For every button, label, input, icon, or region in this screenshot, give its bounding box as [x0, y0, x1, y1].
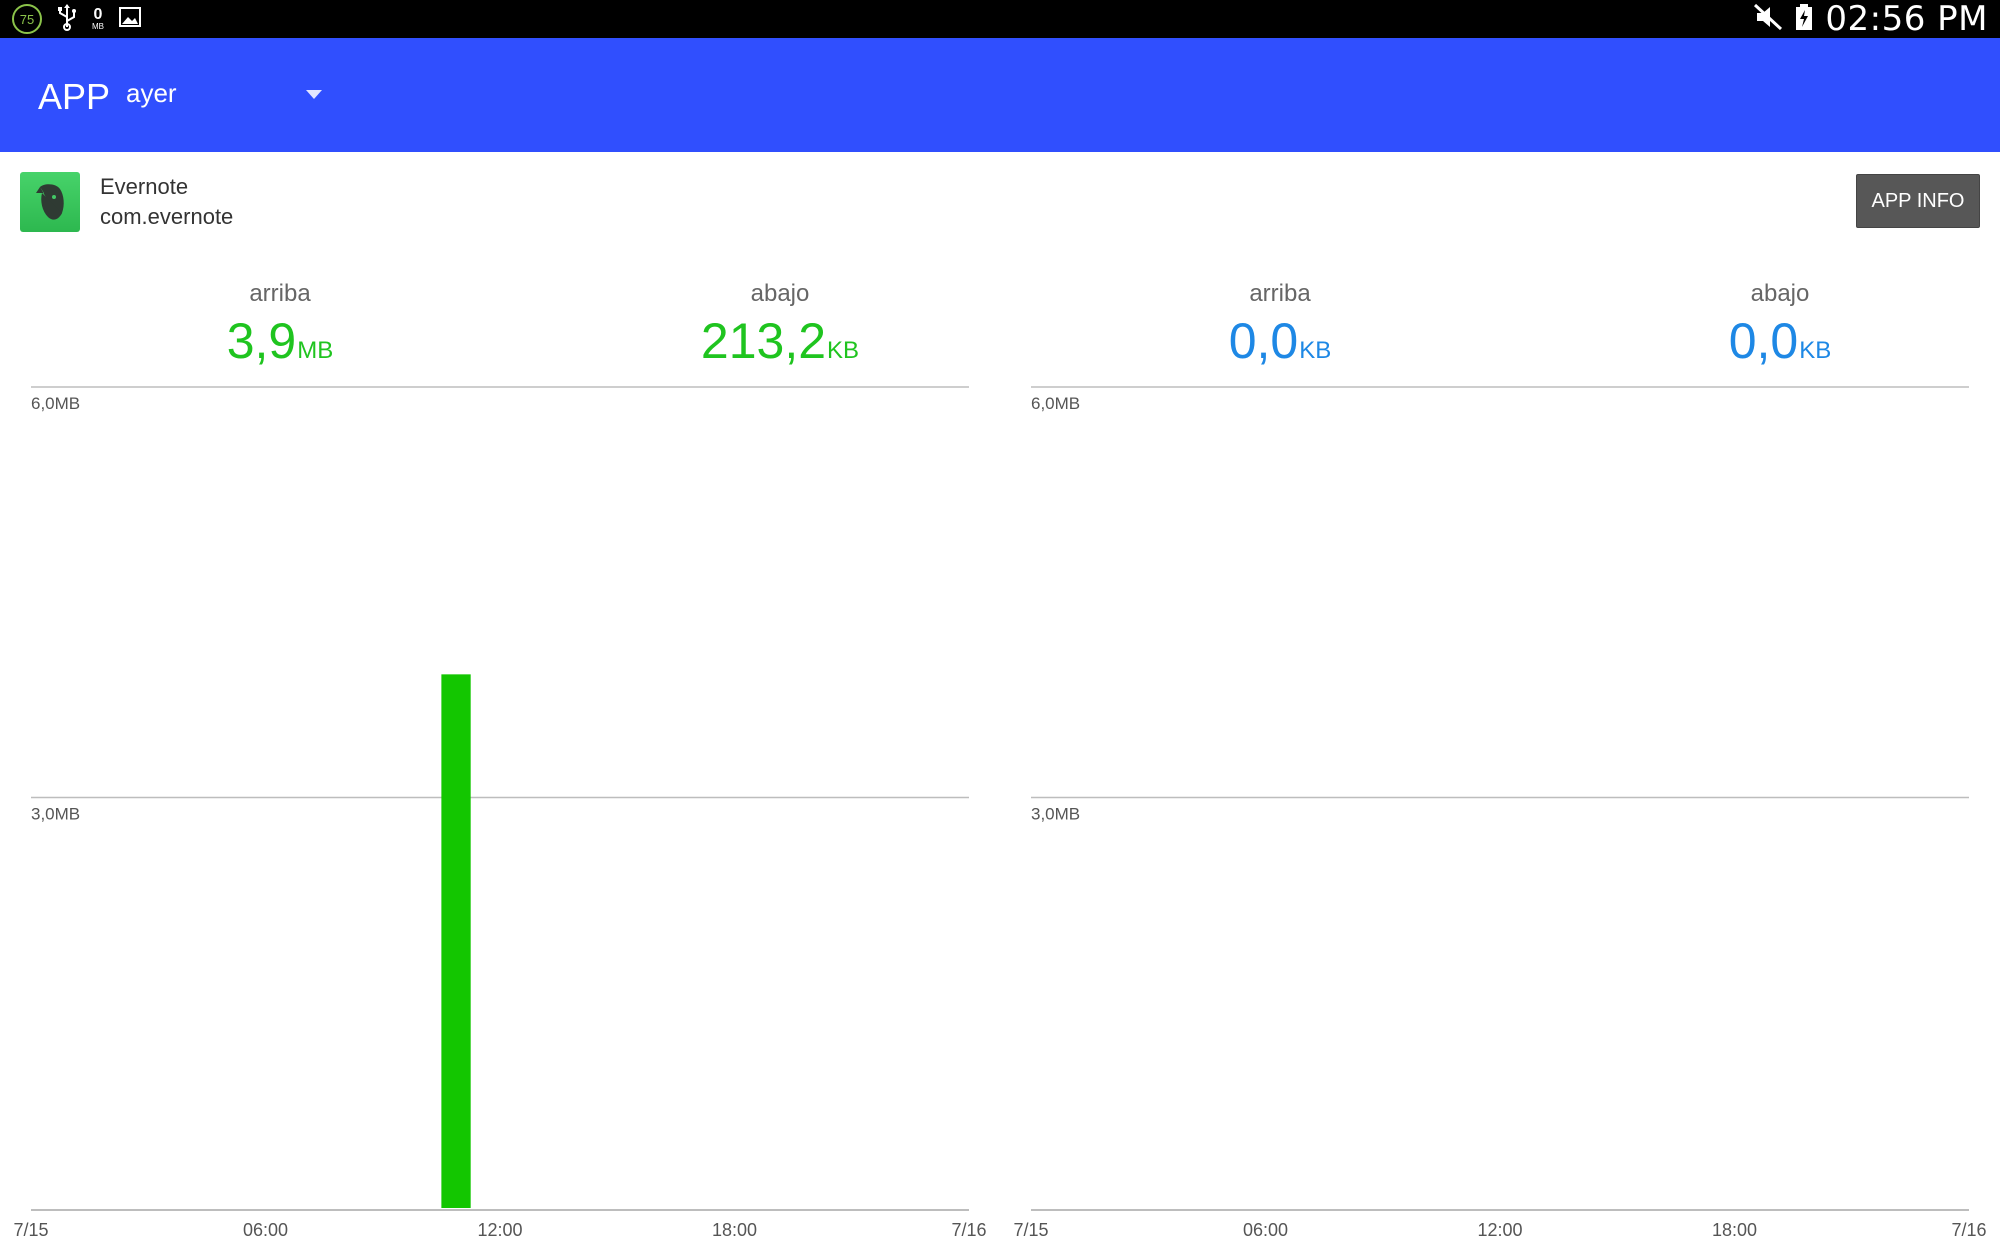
image-notification-icon: [118, 6, 142, 33]
x-tick-label: 7/16: [951, 1220, 986, 1240]
evernote-elephant-icon: [20, 172, 80, 232]
x-tick-label: 7/15: [1013, 1220, 1048, 1240]
data-counter-unit: MB: [92, 22, 104, 31]
battery-level: 75: [19, 11, 35, 27]
upload-label: arriba: [249, 280, 311, 307]
app-package: com.evernote: [100, 204, 234, 229]
x-tick-label: 7/16: [1951, 1220, 1986, 1240]
x-tick-label: 12:00: [1477, 1220, 1522, 1240]
download-value: 213,2: [700, 313, 827, 369]
x-tick-label: 06:00: [243, 1220, 288, 1240]
upload-label: arriba: [1249, 280, 1311, 307]
data-counter-icon: 0 MB: [92, 7, 104, 31]
upload-value: 0,0: [1228, 313, 1299, 369]
x-tick-label: 18:00: [1712, 1220, 1757, 1240]
x-tick-label: 06:00: [1243, 1220, 1288, 1240]
clock: 02:56 PM: [1825, 0, 1988, 39]
upload-value-display: 0,0KB: [1130, 312, 1430, 370]
download-unit: KB: [827, 337, 860, 364]
x-tick-label: 12:00: [477, 1220, 522, 1240]
download-unit: KB: [1799, 337, 1832, 364]
upload-stat: arriba 0,0KB: [1130, 280, 1430, 370]
app-bar: APP ayer: [0, 38, 2000, 152]
usage-bar: [441, 674, 471, 1208]
y-tick-label: 3,0MB: [1031, 805, 1080, 824]
app-bar-title: APP: [38, 76, 111, 117]
data-counter-value: 0: [93, 6, 103, 23]
battery-circle-icon: 75: [12, 4, 42, 34]
app-info-button[interactable]: APP INFO: [1856, 174, 1980, 228]
download-stat: abajo 0,0KB: [1630, 280, 1930, 370]
battery-charging-icon: [1795, 3, 1813, 36]
upload-unit: MB: [297, 337, 334, 364]
usage-chart-left: 6,0MB 3,0MB 7/15 06:00 12:00 18:00 7/16: [13, 386, 987, 1240]
status-bar: 75 0 MB 02:56 PM: [0, 0, 2000, 39]
upload-unit: KB: [1299, 337, 1332, 364]
download-label: abajo: [750, 280, 810, 307]
upload-value: 3,9: [226, 313, 297, 369]
download-stat: abajo 213,2KB: [630, 280, 930, 370]
download-value: 0,0: [1728, 313, 1799, 369]
x-tick-label: 18:00: [712, 1220, 757, 1240]
period-dropdown[interactable]: ayer: [126, 78, 322, 118]
x-tick-label: 7/15: [13, 1220, 48, 1240]
y-tick-label: 3,0MB: [31, 805, 80, 824]
mute-icon: [1753, 3, 1783, 36]
dropdown-arrow-icon: [306, 90, 322, 99]
upload-value-display: 3,9MB: [130, 312, 430, 370]
period-selected-value: ayer: [126, 78, 177, 108]
download-label: abajo: [1750, 280, 1810, 307]
usage-chart-right: 6,0MB 3,0MB 7/15 06:00 12:00 18:00 7/16: [1013, 386, 1987, 1240]
usb-icon: [56, 3, 78, 36]
y-tick-label: 6,0MB: [31, 394, 80, 413]
download-value-display: 213,2KB: [630, 312, 930, 370]
upload-stat: arriba 3,9MB: [130, 280, 430, 370]
y-tick-label: 6,0MB: [1031, 394, 1080, 413]
download-value-display: 0,0KB: [1630, 312, 1930, 370]
app-name: Evernote: [100, 174, 189, 199]
